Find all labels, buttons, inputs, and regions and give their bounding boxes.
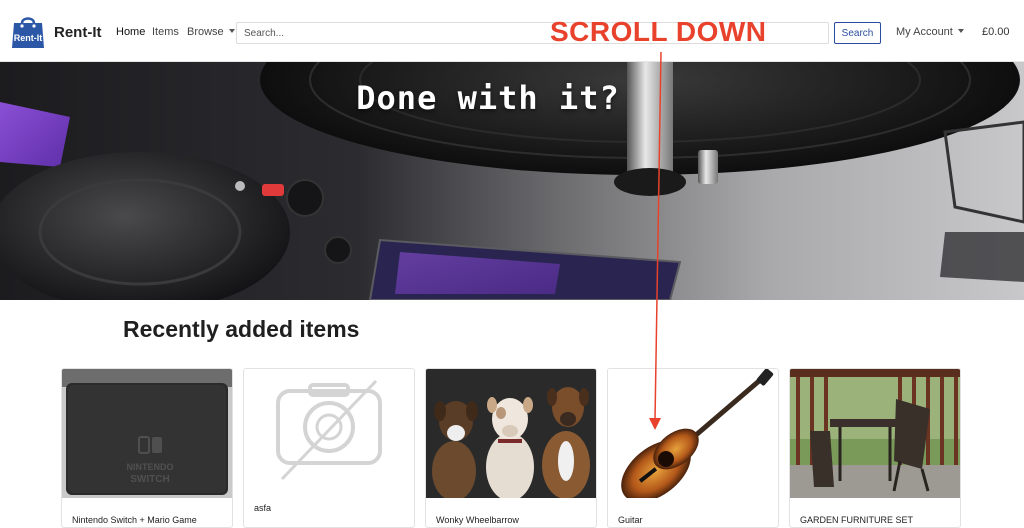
hero-banner: Done with it?: [0, 62, 1024, 300]
nav-home[interactable]: Home: [116, 26, 145, 38]
item-image-three-dogs[interactable]: [426, 369, 596, 498]
item-card-5[interactable]: GARDEN FURNITURE SET: [789, 368, 961, 528]
svg-text:SWITCH: SWITCH: [130, 474, 169, 485]
nav-browse-dropdown[interactable]: Browse: [187, 26, 235, 38]
no-photo-camera-icon: [244, 369, 414, 498]
nav-items[interactable]: Items: [152, 26, 179, 38]
item-image-garden-furniture[interactable]: [790, 369, 960, 498]
account-dropdown[interactable]: My Account: [896, 26, 964, 38]
item-name[interactable]: Guitar: [618, 515, 643, 525]
logo-text: Rent-It: [14, 33, 43, 43]
account-label: My Account: [896, 26, 953, 38]
item-image-placeholder[interactable]: [244, 369, 414, 498]
chevron-down-icon: [957, 29, 964, 33]
brand-name[interactable]: Rent-It: [54, 24, 102, 41]
search-button[interactable]: Search: [834, 22, 881, 44]
item-card-3[interactable]: Wonky Wheelbarrow: [425, 368, 597, 528]
item-card-4[interactable]: Guitar: [607, 368, 779, 528]
item-name[interactable]: asfa: [254, 503, 271, 513]
hero-title: Done with it?: [356, 79, 620, 117]
nav-browse-label: Browse: [187, 26, 224, 38]
recent-items-heading: Recently added items: [123, 316, 360, 342]
chevron-down-icon: [228, 29, 235, 33]
navbar: Rent-It Rent-It Home Items Browse Search…: [0, 0, 1024, 62]
item-image-guitar[interactable]: [608, 369, 778, 498]
item-name[interactable]: Nintendo Switch + Mario Game: [72, 515, 197, 525]
logo-bag-icon[interactable]: Rent-It: [10, 14, 46, 50]
svg-text:NINTENDO: NINTENDO: [127, 462, 174, 472]
item-card-2[interactable]: asfa: [243, 368, 415, 528]
cart-total[interactable]: £0.00: [982, 26, 1010, 38]
item-name[interactable]: Wonky Wheelbarrow: [436, 515, 519, 525]
item-card-1[interactable]: NINTENDO SWITCH Nintendo Switch + Mario …: [61, 368, 233, 528]
item-name[interactable]: GARDEN FURNITURE SET: [800, 515, 913, 525]
scroll-down-annotation: SCROLL DOWN: [550, 16, 767, 47]
item-image-nintendo-switch[interactable]: NINTENDO SWITCH: [62, 369, 232, 498]
